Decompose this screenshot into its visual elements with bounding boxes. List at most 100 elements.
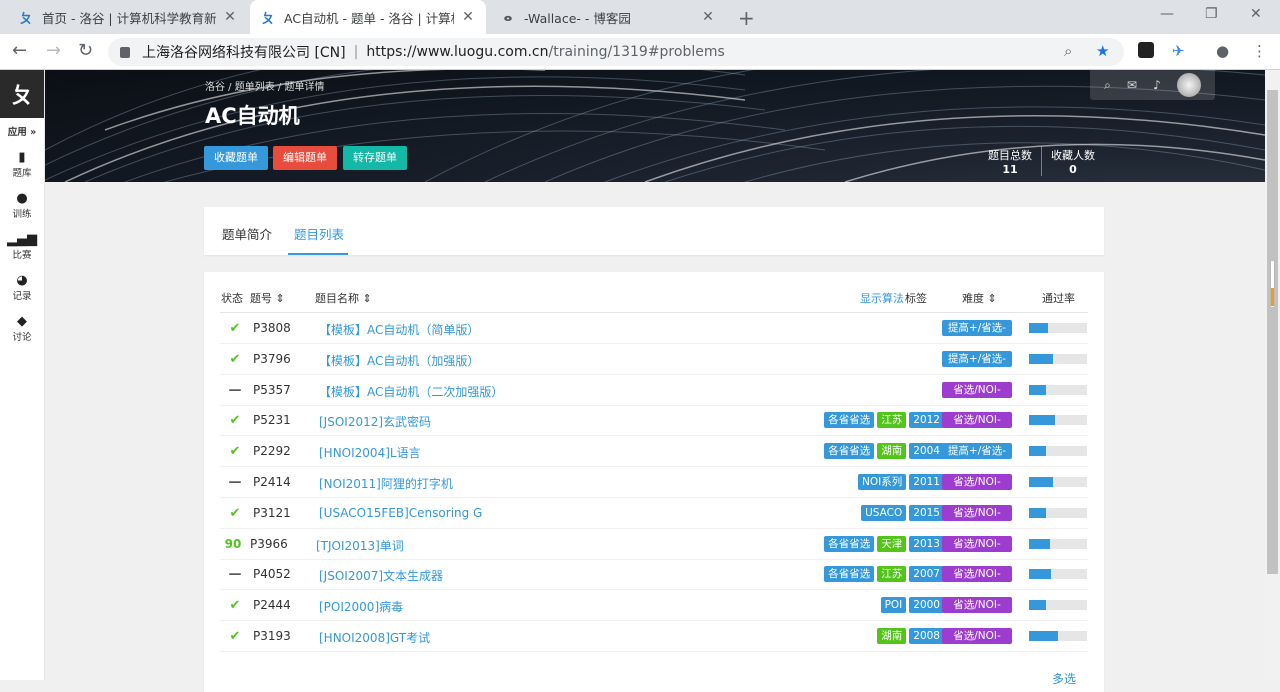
tab-problem-list[interactable]: 题目列表 xyxy=(294,224,344,243)
close-icon[interactable]: ✕ xyxy=(222,9,238,25)
page-scrollbar[interactable] xyxy=(1265,70,1280,680)
nav-item-discuss[interactable]: ◆ 讨论 xyxy=(0,314,44,343)
scrollbar-thumb[interactable] xyxy=(1267,90,1278,574)
table-row[interactable]: ✔ P5231 [JSOI2012]玄武密码 各省省选 江苏 2012 省选/NOI- xyxy=(220,405,1088,437)
tab-intro[interactable]: 题单简介 xyxy=(222,224,272,243)
show-algorithm-toggle[interactable]: 显示算法 xyxy=(860,290,904,306)
luogu-logo[interactable]: ㄆ xyxy=(0,70,44,118)
problem-title-link[interactable]: [JSOI2012]玄武密码 xyxy=(319,413,431,430)
new-tab-button[interactable]: + xyxy=(738,6,755,30)
tag-badge[interactable]: 2015 xyxy=(909,504,944,521)
browser-tab-home[interactable]: ㄆ 首页 - 洛谷 | 计算机科学教育新生态 ✕ xyxy=(8,0,248,34)
nav-item-contest[interactable]: ▂▄▆ 比赛 xyxy=(0,232,44,261)
table-row[interactable]: ✔ P3808 【模板】AC自动机（简单版） 提高+/省选- xyxy=(220,313,1088,344)
pass-rate-fill xyxy=(1029,384,1046,395)
reload-icon[interactable]: ↻ xyxy=(78,40,93,61)
table-row[interactable]: — P5357 【模板】AC自动机（二次加强版） 省选/NOI- xyxy=(220,375,1088,406)
problem-title-link[interactable]: [HNOI2008]GT考试 xyxy=(319,629,430,646)
edit-button[interactable]: 编辑题单 xyxy=(273,146,337,170)
pass-rate-bar xyxy=(1029,415,1087,426)
search-icon[interactable]: ⌕ xyxy=(1104,78,1111,93)
profile-icon[interactable]: ● xyxy=(1216,42,1229,60)
tag-badge[interactable]: 2007 xyxy=(909,566,944,583)
problem-title-link[interactable]: [POI2000]病毒 xyxy=(319,598,403,615)
tag-badge[interactable]: 2004 xyxy=(909,443,944,460)
address-bar[interactable]: 上海洛谷网络科技有限公司 [CN] | https://www.luogu.co… xyxy=(108,38,1124,66)
avatar[interactable] xyxy=(1176,73,1201,97)
problem-title-link[interactable]: [USACO15FEB]Censoring G xyxy=(319,506,482,520)
nav-item-label: 训练 xyxy=(12,209,32,220)
table-row[interactable]: — P2414 [NOI2011]阿狸的打字机 NOI系列 2011 省选/NOI- xyxy=(220,467,1088,498)
favorite-button[interactable]: 收藏题单 xyxy=(204,146,268,170)
tag-badge[interactable]: POI xyxy=(880,597,907,614)
nav-item-training[interactable]: ● 训练 xyxy=(0,191,44,220)
accepted-check-icon: ✔ xyxy=(229,444,241,460)
browser-tabstrip: ㄆ 首页 - 洛谷 | 计算机科学教育新生态 ✕ ㄆ AC自动机 - 题单 - … xyxy=(0,0,1280,34)
restore-icon[interactable]: ❐ xyxy=(1205,6,1218,22)
problem-title-link[interactable]: [HNOI2004]L语言 xyxy=(319,444,421,461)
save-copy-button[interactable]: 转存题单 xyxy=(343,146,407,170)
minimize-icon[interactable]: — xyxy=(1160,6,1174,22)
nav-item-problems[interactable]: ▮ 题库 xyxy=(0,150,44,179)
table-row[interactable]: ✔ P2292 [HNOI2004]L语言 各省省选 湖南 2004 提高+/省选- xyxy=(220,436,1088,468)
problem-title-link[interactable]: 【模板】AC自动机（二次加强版） xyxy=(319,383,503,400)
stat-value: 11 xyxy=(1002,163,1018,176)
back-arrow-icon[interactable]: ← xyxy=(12,40,27,61)
problem-title-link[interactable]: [NOI2011]阿狸的打字机 xyxy=(319,475,453,492)
browser-tab-blog[interactable]: ⴰ -Wallace- - 博客园 ✕ xyxy=(490,0,726,34)
tag-badge[interactable]: 湖南 xyxy=(877,628,907,644)
mail-icon[interactable]: ✉ xyxy=(1127,78,1137,92)
header-pid[interactable]: 题号 ⇕ xyxy=(250,290,285,306)
problem-title-link[interactable]: [JSOI2007]文本生成器 xyxy=(319,567,443,584)
pass-rate-fill xyxy=(1029,323,1048,333)
apps-menu[interactable]: 应用 » xyxy=(0,124,44,138)
problem-title-link[interactable]: [TJOI2013]单词 xyxy=(316,537,404,554)
cnblogs-icon: ⴰ xyxy=(503,9,513,25)
extension-bird-icon[interactable]: ✈ xyxy=(1172,42,1185,60)
difficulty-badge: 省选/NOI- xyxy=(942,628,1012,644)
extension-icon[interactable] xyxy=(1138,42,1154,58)
table-header: 状态 题号 ⇕ 题目名称 ⇕ 显示算法 标签 难度 ⇕ 通过率 xyxy=(204,290,1104,314)
header-difficulty[interactable]: 难度 ⇕ xyxy=(962,290,997,306)
forward-arrow-icon[interactable]: → xyxy=(46,40,61,61)
tag-badge[interactable]: NOI系列 xyxy=(858,474,907,490)
nav-item-records[interactable]: ◕ 记录 xyxy=(0,273,44,302)
multi-select-link[interactable]: 多选 xyxy=(1052,670,1076,687)
tag-badge[interactable]: 各省省选 xyxy=(824,443,875,460)
table-row[interactable]: ✔ P3193 [HNOI2008]GT考试 湖南 2008 省选/NOI- xyxy=(220,621,1088,652)
pass-rate-bar xyxy=(1029,384,1087,395)
problem-title-link[interactable]: 【模板】AC自动机（简单版） xyxy=(319,321,479,338)
pass-rate-fill xyxy=(1029,600,1047,611)
bell-icon[interactable]: ♪ xyxy=(1153,78,1161,92)
browser-tab-active[interactable]: ㄆ AC自动机 - 题单 - 洛谷 | 计算机科学教育新生态 ✕ xyxy=(250,0,486,34)
tag-badge[interactable]: 2011 xyxy=(909,474,944,490)
tag-badge[interactable]: 各省省选 xyxy=(824,566,875,583)
difficulty-badge: 省选/NOI- xyxy=(942,566,1012,583)
zoom-icon[interactable]: ⌕ xyxy=(1064,42,1072,60)
tag-badge[interactable]: USACO xyxy=(861,504,907,521)
close-icon[interactable]: ✕ xyxy=(460,9,476,25)
close-icon[interactable]: ✕ xyxy=(700,9,716,25)
tag-badge[interactable]: 各省省选 xyxy=(824,412,875,429)
menu-dots-icon[interactable]: ⋮ xyxy=(1252,42,1267,60)
pass-rate-bar xyxy=(1029,600,1087,611)
tag-badge[interactable]: 2012 xyxy=(909,412,944,429)
table-row[interactable]: 90 P3966 [TJOI2013]单词 各省省选 天津 2013 省选/NOI- xyxy=(220,529,1088,560)
header-name[interactable]: 题目名称 ⇕ xyxy=(315,290,372,306)
tag-badge[interactable]: 各省省选 xyxy=(824,535,875,552)
table-row[interactable]: — P4052 [JSOI2007]文本生成器 各省省选 江苏 2007 省选/NOI- xyxy=(220,559,1088,591)
table-row[interactable]: ✔ P2444 [POI2000]病毒 POI 2000 省选/NOI- xyxy=(220,590,1088,622)
tag-badge[interactable]: 天津 xyxy=(877,535,907,552)
tag-badge[interactable]: 江苏 xyxy=(877,566,907,583)
problem-id: P3966 xyxy=(250,536,288,551)
bookmark-star-icon[interactable]: ★ xyxy=(1096,42,1109,60)
tag-badge[interactable]: 湖南 xyxy=(877,443,907,460)
tag-badge[interactable]: 江苏 xyxy=(877,412,907,429)
table-row[interactable]: ✔ P3121 [USACO15FEB]Censoring G USACO 2015 省选… xyxy=(220,498,1088,529)
tag-badge[interactable]: 2008 xyxy=(909,628,944,644)
tag-badge[interactable]: 2000 xyxy=(909,597,944,614)
tag-badge[interactable]: 2013 xyxy=(909,535,944,552)
table-row[interactable]: ✔ P3796 【模板】AC自动机（加强版） 提高+/省选- xyxy=(220,344,1088,375)
close-window-icon[interactable]: ✕ xyxy=(1250,6,1262,22)
problem-title-link[interactable]: 【模板】AC自动机（加强版） xyxy=(319,352,479,369)
